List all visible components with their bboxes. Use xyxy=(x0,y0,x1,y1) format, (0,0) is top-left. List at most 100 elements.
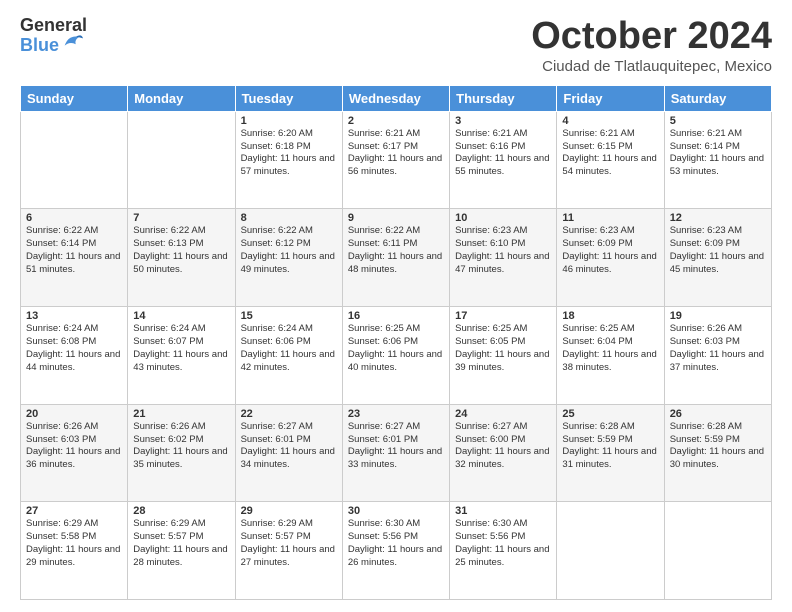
day-info: Sunrise: 6:27 AM Sunset: 6:00 PM Dayligh… xyxy=(455,421,551,472)
calendar-cell: 5Sunrise: 6:21 AM Sunset: 6:14 PM Daylig… xyxy=(664,111,771,209)
calendar-week-row: 13Sunrise: 6:24 AM Sunset: 6:08 PM Dayli… xyxy=(21,307,772,405)
day-info: Sunrise: 6:26 AM Sunset: 6:02 PM Dayligh… xyxy=(133,421,229,472)
calendar-cell: 22Sunrise: 6:27 AM Sunset: 6:01 PM Dayli… xyxy=(235,404,342,502)
calendar-header-sunday: Sunday xyxy=(21,85,128,111)
title-block: October 2024 Ciudad de Tlatlauquitepec, … xyxy=(531,16,772,75)
subtitle: Ciudad de Tlatlauquitepec, Mexico xyxy=(531,58,772,75)
calendar-cell: 11Sunrise: 6:23 AM Sunset: 6:09 PM Dayli… xyxy=(557,209,664,307)
calendar-cell xyxy=(21,111,128,209)
calendar-cell: 16Sunrise: 6:25 AM Sunset: 6:06 PM Dayli… xyxy=(342,307,449,405)
calendar-cell: 6Sunrise: 6:22 AM Sunset: 6:14 PM Daylig… xyxy=(21,209,128,307)
day-info: Sunrise: 6:30 AM Sunset: 5:56 PM Dayligh… xyxy=(455,518,551,569)
month-title: October 2024 xyxy=(531,16,772,58)
day-number: 22 xyxy=(241,408,337,420)
day-number: 2 xyxy=(348,115,444,127)
logo-text: General Blue xyxy=(20,16,87,56)
logo: General Blue xyxy=(20,16,87,56)
day-number: 17 xyxy=(455,310,551,322)
day-number: 29 xyxy=(241,505,337,517)
calendar-cell: 19Sunrise: 6:26 AM Sunset: 6:03 PM Dayli… xyxy=(664,307,771,405)
calendar-header-row: SundayMondayTuesdayWednesdayThursdayFrid… xyxy=(21,85,772,111)
day-info: Sunrise: 6:21 AM Sunset: 6:15 PM Dayligh… xyxy=(562,128,658,179)
day-number: 13 xyxy=(26,310,122,322)
day-number: 12 xyxy=(670,212,766,224)
day-number: 28 xyxy=(133,505,229,517)
calendar-header-monday: Monday xyxy=(128,85,235,111)
day-number: 3 xyxy=(455,115,551,127)
day-info: Sunrise: 6:20 AM Sunset: 6:18 PM Dayligh… xyxy=(241,128,337,179)
day-info: Sunrise: 6:22 AM Sunset: 6:13 PM Dayligh… xyxy=(133,225,229,276)
day-number: 10 xyxy=(455,212,551,224)
calendar-cell: 21Sunrise: 6:26 AM Sunset: 6:02 PM Dayli… xyxy=(128,404,235,502)
day-number: 4 xyxy=(562,115,658,127)
day-info: Sunrise: 6:24 AM Sunset: 6:06 PM Dayligh… xyxy=(241,323,337,374)
calendar-cell: 29Sunrise: 6:29 AM Sunset: 5:57 PM Dayli… xyxy=(235,502,342,600)
calendar-cell: 14Sunrise: 6:24 AM Sunset: 6:07 PM Dayli… xyxy=(128,307,235,405)
day-number: 11 xyxy=(562,212,658,224)
day-number: 30 xyxy=(348,505,444,517)
day-number: 26 xyxy=(670,408,766,420)
calendar-cell: 2Sunrise: 6:21 AM Sunset: 6:17 PM Daylig… xyxy=(342,111,449,209)
calendar-cell: 4Sunrise: 6:21 AM Sunset: 6:15 PM Daylig… xyxy=(557,111,664,209)
header: General Blue October 2024 Ciudad de Tlat… xyxy=(20,16,772,75)
calendar-cell: 20Sunrise: 6:26 AM Sunset: 6:03 PM Dayli… xyxy=(21,404,128,502)
day-info: Sunrise: 6:23 AM Sunset: 6:09 PM Dayligh… xyxy=(562,225,658,276)
calendar-cell: 24Sunrise: 6:27 AM Sunset: 6:00 PM Dayli… xyxy=(450,404,557,502)
day-info: Sunrise: 6:21 AM Sunset: 6:14 PM Dayligh… xyxy=(670,128,766,179)
calendar-week-row: 6Sunrise: 6:22 AM Sunset: 6:14 PM Daylig… xyxy=(21,209,772,307)
calendar-cell: 27Sunrise: 6:29 AM Sunset: 5:58 PM Dayli… xyxy=(21,502,128,600)
calendar-cell: 12Sunrise: 6:23 AM Sunset: 6:09 PM Dayli… xyxy=(664,209,771,307)
day-info: Sunrise: 6:29 AM Sunset: 5:57 PM Dayligh… xyxy=(133,518,229,569)
day-info: Sunrise: 6:28 AM Sunset: 5:59 PM Dayligh… xyxy=(670,421,766,472)
calendar-week-row: 27Sunrise: 6:29 AM Sunset: 5:58 PM Dayli… xyxy=(21,502,772,600)
day-number: 8 xyxy=(241,212,337,224)
day-info: Sunrise: 6:25 AM Sunset: 6:04 PM Dayligh… xyxy=(562,323,658,374)
day-number: 6 xyxy=(26,212,122,224)
calendar-cell: 31Sunrise: 6:30 AM Sunset: 5:56 PM Dayli… xyxy=(450,502,557,600)
calendar-week-row: 1Sunrise: 6:20 AM Sunset: 6:18 PM Daylig… xyxy=(21,111,772,209)
calendar-cell: 7Sunrise: 6:22 AM Sunset: 6:13 PM Daylig… xyxy=(128,209,235,307)
day-info: Sunrise: 6:21 AM Sunset: 6:16 PM Dayligh… xyxy=(455,128,551,179)
calendar-cell xyxy=(557,502,664,600)
day-number: 1 xyxy=(241,115,337,127)
day-number: 18 xyxy=(562,310,658,322)
calendar-cell: 1Sunrise: 6:20 AM Sunset: 6:18 PM Daylig… xyxy=(235,111,342,209)
calendar-header-thursday: Thursday xyxy=(450,85,557,111)
day-info: Sunrise: 6:21 AM Sunset: 6:17 PM Dayligh… xyxy=(348,128,444,179)
day-info: Sunrise: 6:24 AM Sunset: 6:07 PM Dayligh… xyxy=(133,323,229,374)
calendar-cell: 9Sunrise: 6:22 AM Sunset: 6:11 PM Daylig… xyxy=(342,209,449,307)
day-number: 27 xyxy=(26,505,122,517)
calendar-cell: 28Sunrise: 6:29 AM Sunset: 5:57 PM Dayli… xyxy=(128,502,235,600)
calendar-cell: 25Sunrise: 6:28 AM Sunset: 5:59 PM Dayli… xyxy=(557,404,664,502)
day-number: 20 xyxy=(26,408,122,420)
day-number: 24 xyxy=(455,408,551,420)
calendar-cell: 30Sunrise: 6:30 AM Sunset: 5:56 PM Dayli… xyxy=(342,502,449,600)
logo-bird-icon xyxy=(61,31,83,53)
day-number: 21 xyxy=(133,408,229,420)
day-info: Sunrise: 6:23 AM Sunset: 6:09 PM Dayligh… xyxy=(670,225,766,276)
day-info: Sunrise: 6:22 AM Sunset: 6:12 PM Dayligh… xyxy=(241,225,337,276)
calendar-cell: 13Sunrise: 6:24 AM Sunset: 6:08 PM Dayli… xyxy=(21,307,128,405)
day-info: Sunrise: 6:28 AM Sunset: 5:59 PM Dayligh… xyxy=(562,421,658,472)
day-info: Sunrise: 6:29 AM Sunset: 5:57 PM Dayligh… xyxy=(241,518,337,569)
day-number: 9 xyxy=(348,212,444,224)
day-number: 7 xyxy=(133,212,229,224)
calendar-cell: 15Sunrise: 6:24 AM Sunset: 6:06 PM Dayli… xyxy=(235,307,342,405)
calendar-cell: 23Sunrise: 6:27 AM Sunset: 6:01 PM Dayli… xyxy=(342,404,449,502)
calendar-cell: 18Sunrise: 6:25 AM Sunset: 6:04 PM Dayli… xyxy=(557,307,664,405)
day-number: 14 xyxy=(133,310,229,322)
day-info: Sunrise: 6:22 AM Sunset: 6:14 PM Dayligh… xyxy=(26,225,122,276)
calendar-cell: 8Sunrise: 6:22 AM Sunset: 6:12 PM Daylig… xyxy=(235,209,342,307)
logo-blue: Blue xyxy=(20,36,59,56)
calendar-cell: 3Sunrise: 6:21 AM Sunset: 6:16 PM Daylig… xyxy=(450,111,557,209)
calendar-cell: 26Sunrise: 6:28 AM Sunset: 5:59 PM Dayli… xyxy=(664,404,771,502)
day-info: Sunrise: 6:26 AM Sunset: 6:03 PM Dayligh… xyxy=(670,323,766,374)
day-number: 23 xyxy=(348,408,444,420)
day-info: Sunrise: 6:30 AM Sunset: 5:56 PM Dayligh… xyxy=(348,518,444,569)
calendar-table: SundayMondayTuesdayWednesdayThursdayFrid… xyxy=(20,85,772,600)
calendar-week-row: 20Sunrise: 6:26 AM Sunset: 6:03 PM Dayli… xyxy=(21,404,772,502)
day-info: Sunrise: 6:26 AM Sunset: 6:03 PM Dayligh… xyxy=(26,421,122,472)
day-info: Sunrise: 6:27 AM Sunset: 6:01 PM Dayligh… xyxy=(241,421,337,472)
day-info: Sunrise: 6:24 AM Sunset: 6:08 PM Dayligh… xyxy=(26,323,122,374)
day-info: Sunrise: 6:25 AM Sunset: 6:06 PM Dayligh… xyxy=(348,323,444,374)
